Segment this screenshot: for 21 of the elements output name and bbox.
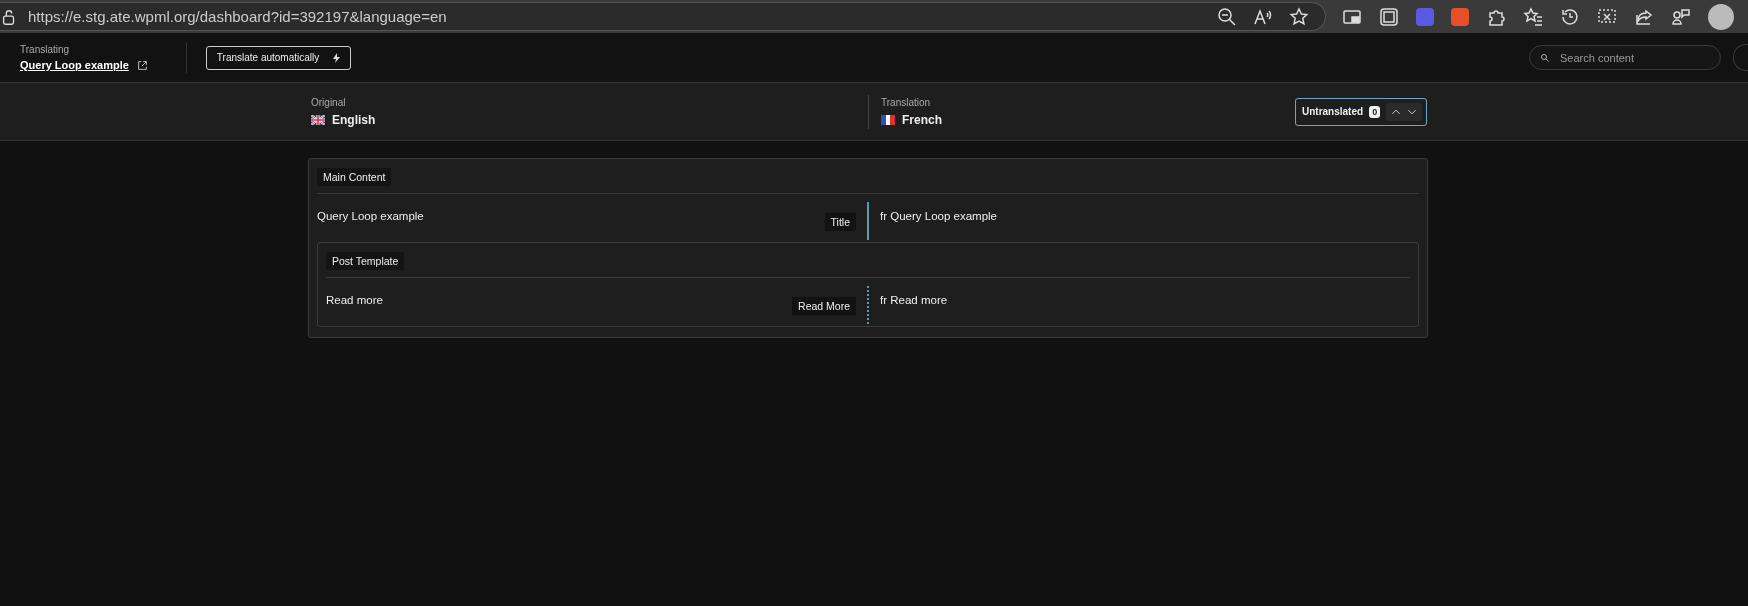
original-language: English <box>332 112 376 127</box>
filter-label: Untranslated <box>1302 106 1364 117</box>
address-bar-url[interactable]: https://e.stg.ate.wpml.org/dashboard?id=392197&language=en <box>28 8 447 25</box>
search-field[interactable]: Search content <box>1529 45 1721 70</box>
translating-label: Translating <box>20 44 71 55</box>
untranslated-count: 0 <box>1369 105 1381 118</box>
original-text: Query Loop example <box>317 210 424 222</box>
translation-text[interactable]: fr Read more <box>880 294 948 306</box>
original-label: Original <box>311 96 347 108</box>
translate-automatically-button[interactable]: Translate automatically <box>205 45 352 70</box>
field-type-label: Read More <box>792 297 856 315</box>
translation-language: French <box>902 112 942 127</box>
untranslated-filter[interactable]: Untranslated 0 <box>1295 97 1428 126</box>
translation-label: Translation <box>881 96 932 108</box>
document-link[interactable]: Query Loop example <box>20 59 129 71</box>
original-text: Read more <box>326 294 383 306</box>
field-type-label: Title <box>824 213 856 231</box>
section-title: Main Content <box>317 168 392 186</box>
search-input[interactable]: Search content <box>1560 51 1700 64</box>
section-title: Post Template <box>326 252 405 270</box>
translation-text[interactable]: fr Query Loop example <box>880 210 997 222</box>
